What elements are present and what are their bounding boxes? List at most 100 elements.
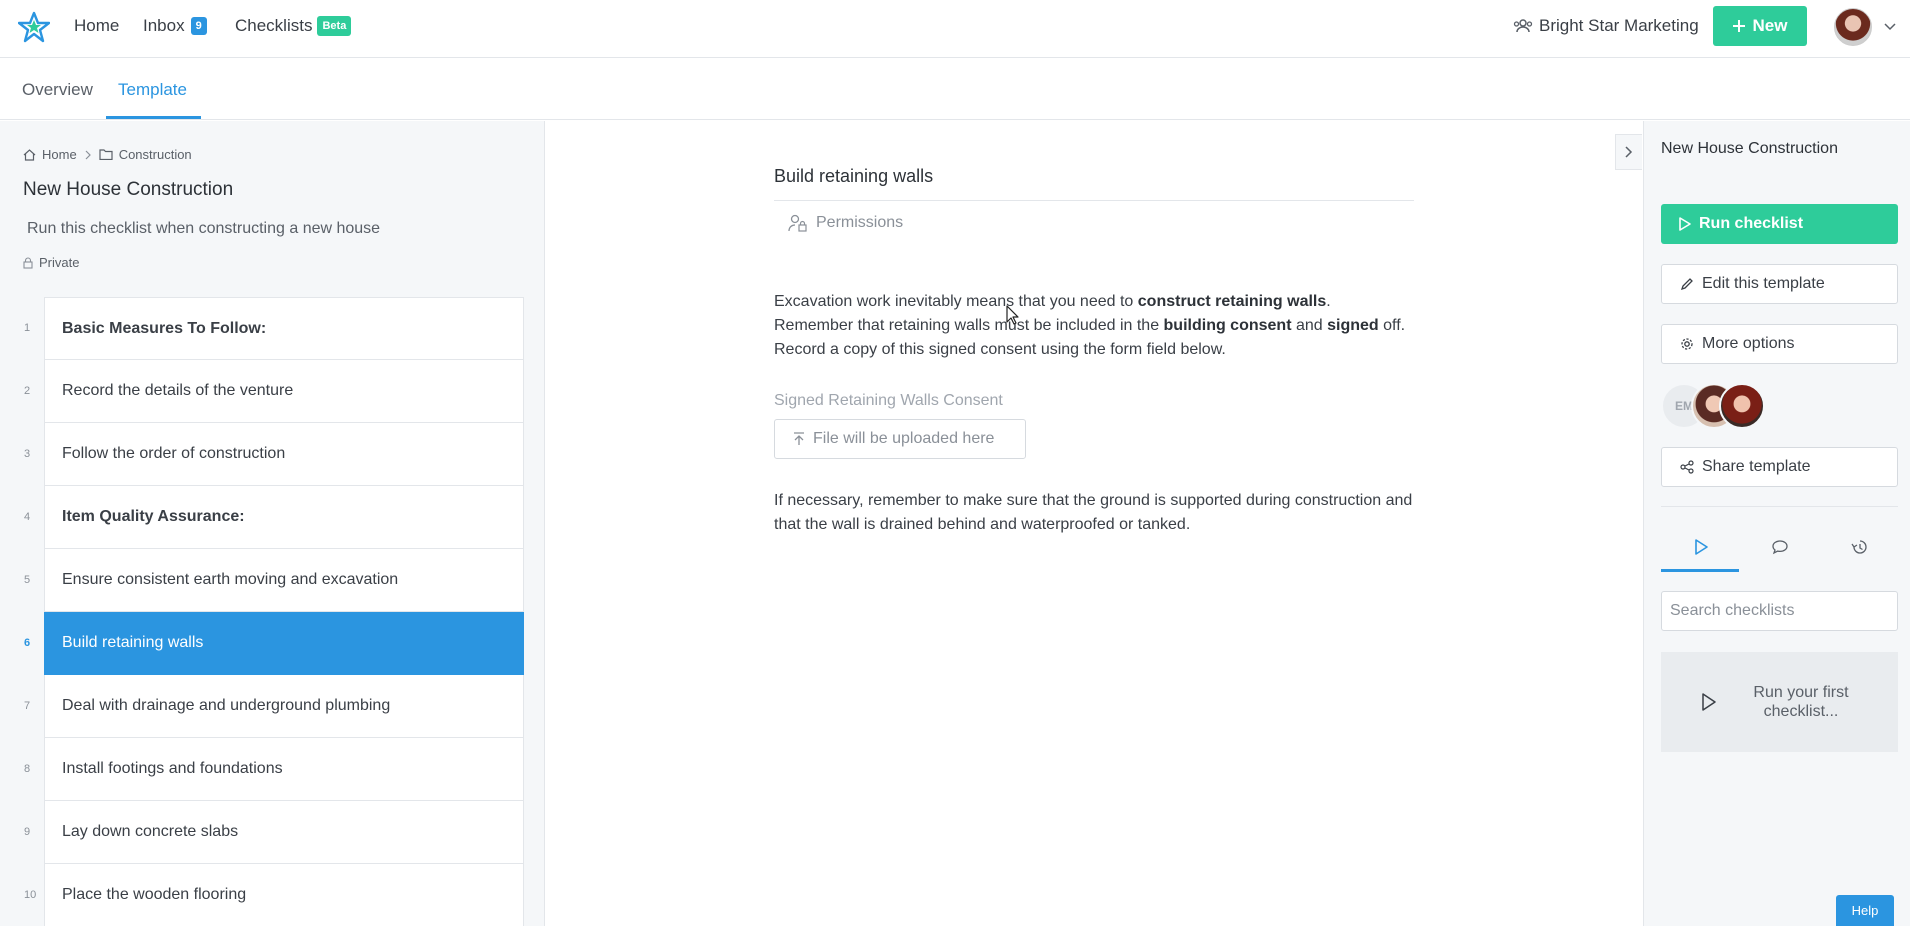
collapse-panel-button[interactable]: [1615, 134, 1642, 170]
file-upload-field[interactable]: File will be uploaded here: [774, 419, 1026, 459]
chevron-right-icon: [85, 150, 91, 159]
home-icon: [23, 148, 36, 161]
upload-icon: [794, 432, 804, 445]
instr-bold-1: construct retaining walls: [1137, 293, 1327, 310]
nav-inbox-link[interactable]: Inbox 9: [143, 16, 207, 36]
pencil-icon: [1680, 278, 1693, 291]
nav-home-link[interactable]: Home: [74, 16, 119, 36]
task-number: 10: [24, 889, 37, 901]
list-item[interactable]: 10 Place the wooden flooring: [0, 864, 544, 926]
play-icon: [1679, 217, 1691, 231]
task-label[interactable]: Build retaining walls: [44, 612, 524, 675]
folder-icon: [99, 149, 113, 160]
empty-state-text: Run your first checklist...: [1753, 684, 1849, 720]
task-title: Build retaining walls: [774, 166, 934, 186]
permissions-label: Permissions: [816, 214, 904, 231]
task-number: 7: [24, 700, 31, 712]
more-options-button[interactable]: More options: [1661, 324, 1898, 364]
help-button[interactable]: Help: [1836, 895, 1894, 926]
task-label[interactable]: Item Quality Assurance:: [44, 486, 524, 549]
edit-template-label: Edit this template: [1702, 275, 1825, 292]
breadcrumb-home[interactable]: Home: [42, 147, 77, 162]
user-avatar[interactable]: [1834, 8, 1872, 46]
gear-icon: [1681, 338, 1693, 350]
beta-badge: Beta: [317, 16, 352, 36]
task-content: Build retaining walls Permissions Excava…: [546, 121, 1643, 926]
list-item[interactable]: 8 Install footings and foundations: [0, 738, 544, 801]
task-number: 6: [24, 637, 31, 649]
right-sidebar: New House Construction Run checklist Edi…: [1643, 121, 1910, 926]
list-item[interactable]: 2 Record the details of the venture: [0, 360, 544, 423]
run-checklist-label: Run checklist: [1699, 215, 1804, 232]
permissions-button[interactable]: Permissions: [788, 214, 903, 232]
task-label[interactable]: Deal with drainage and underground plumb…: [44, 675, 524, 738]
new-button[interactable]: New: [1713, 6, 1807, 46]
task-label[interactable]: Follow the order of construction: [44, 423, 524, 486]
nav-checklists-link[interactable]: Checklists Beta: [235, 16, 352, 36]
run-checklist-button[interactable]: Run checklist: [1661, 204, 1898, 244]
share-template-button[interactable]: Share template: [1661, 447, 1898, 487]
comment-icon: [1771, 539, 1788, 554]
task-number: 2: [24, 385, 31, 397]
template-title: New House Construction: [23, 179, 234, 200]
task-number: 9: [24, 826, 31, 838]
user-lock-icon: [788, 214, 807, 232]
mouse-cursor-icon: [1006, 305, 1019, 325]
task-number: 4: [24, 511, 31, 523]
instr-text-1: Excavation work inevitably means that yo…: [774, 293, 1138, 310]
form-field-label: Signed Retaining Walls Consent: [774, 392, 1003, 409]
right-panel-title: New House Construction: [1661, 140, 1838, 157]
search-checklists-input[interactable]: [1661, 591, 1898, 631]
list-item[interactable]: 9 Lay down concrete slabs: [0, 801, 544, 864]
upload-placeholder: File will be uploaded here: [813, 430, 995, 447]
list-item[interactable]: 6 Build retaining walls: [0, 612, 544, 675]
active-tab-indicator: [106, 116, 201, 119]
edit-template-button[interactable]: Edit this template: [1661, 264, 1898, 304]
play-icon: [1694, 538, 1708, 555]
active-tab-indicator: [1661, 569, 1739, 572]
task-number: 8: [24, 763, 31, 775]
task-label[interactable]: Install footings and foundations: [44, 738, 524, 801]
activity-tabs: [1661, 524, 1898, 572]
empty-state-run-prompt[interactable]: Run your first checklist...: [1661, 652, 1898, 752]
share-icon: [1680, 460, 1694, 474]
avatar[interactable]: [1719, 383, 1765, 429]
tab-comments[interactable]: [1740, 524, 1819, 569]
divider: [774, 200, 1414, 201]
tab-template[interactable]: Template: [118, 80, 187, 100]
task-label[interactable]: Basic Measures To Follow:: [44, 297, 524, 360]
list-item[interactable]: 3 Follow the order of construction: [0, 423, 544, 486]
list-item[interactable]: 1 Basic Measures To Follow:: [0, 297, 544, 360]
task-number: 5: [24, 574, 31, 586]
star-logo-icon[interactable]: [18, 11, 50, 43]
plus-icon: [1732, 20, 1745, 32]
template-tabs: Overview Template: [0, 58, 1910, 120]
lock-icon: [23, 256, 33, 269]
instr-text-3: and: [1291, 317, 1328, 334]
task-label[interactable]: Place the wooden flooring: [44, 864, 524, 926]
task-label[interactable]: Ensure consistent earth moving and excav…: [44, 549, 524, 612]
tab-overview[interactable]: Overview: [22, 80, 93, 100]
tab-runs[interactable]: [1661, 524, 1740, 569]
list-item[interactable]: 5 Ensure consistent earth moving and exca…: [0, 549, 544, 612]
org-name: Bright Star Marketing: [1539, 16, 1699, 35]
list-item[interactable]: 4 Item Quality Assurance:: [0, 486, 544, 549]
template-outline-pane: Home Construction New House Construction…: [0, 121, 545, 926]
org-switcher[interactable]: Bright Star Marketing: [1513, 16, 1699, 36]
instr-bold-2: building consent: [1163, 317, 1292, 334]
task-number: 3: [24, 448, 31, 460]
chevron-down-icon[interactable]: [1882, 18, 1898, 34]
task-label[interactable]: Record the details of the venture: [44, 360, 524, 423]
instr-bold-3: signed: [1327, 317, 1379, 334]
task-label[interactable]: Lay down concrete slabs: [44, 801, 524, 864]
visibility-status: Private: [23, 255, 79, 270]
breadcrumb-folder[interactable]: Construction: [119, 147, 192, 162]
list-item[interactable]: 7 Deal with drainage and underground plum…: [0, 675, 544, 738]
task-notes: If necessary, remember to make sure that…: [774, 492, 1413, 533]
chevron-right-icon: [1625, 146, 1633, 158]
inbox-count-badge: 9: [190, 17, 207, 35]
tab-history[interactable]: [1819, 524, 1898, 569]
users-icon: [1513, 19, 1533, 33]
task-instructions: Excavation work inevitably means that yo…: [774, 290, 1414, 362]
assignee-avatars[interactable]: EM: [1661, 383, 1781, 431]
